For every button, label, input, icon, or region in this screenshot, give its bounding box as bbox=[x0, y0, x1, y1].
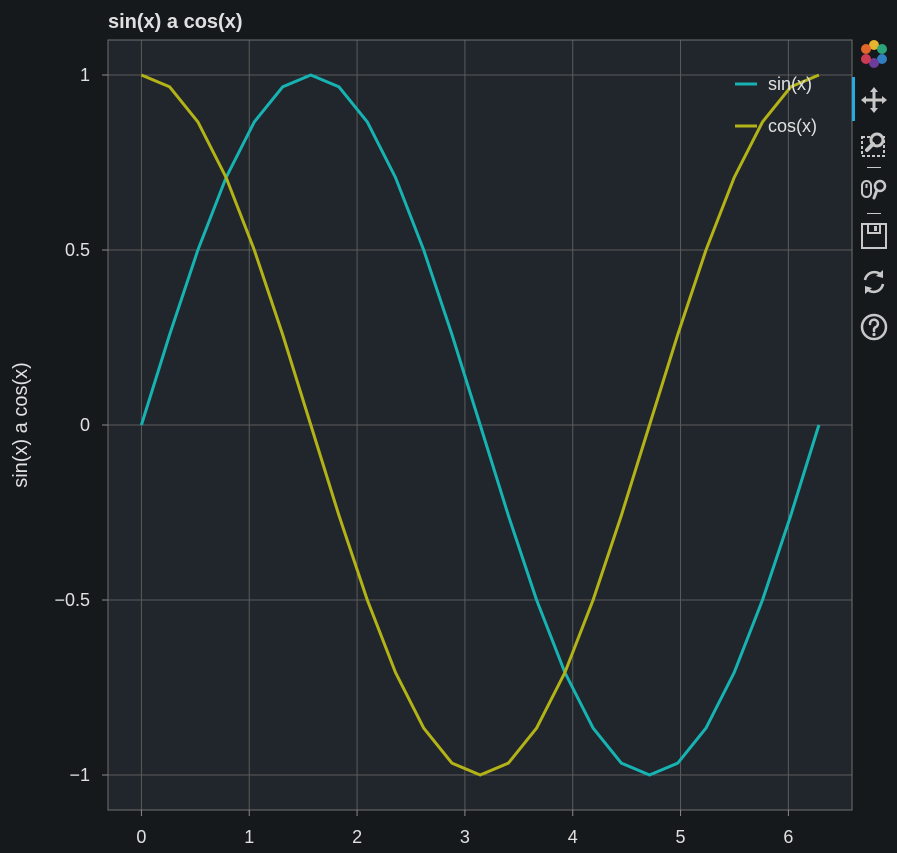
pan-icon[interactable] bbox=[858, 84, 890, 116]
x-tick-label: 5 bbox=[676, 827, 686, 847]
y-tick-label: 0.5 bbox=[65, 240, 90, 260]
chart-root: sin(x) a cos(x) sin(x) a cos(x) 0 1 2 3 4 5 6 1 0.… bbox=[0, 0, 897, 853]
legend-item-label[interactable]: sin(x) bbox=[768, 74, 812, 94]
toolbar-separator bbox=[867, 213, 881, 214]
help-icon[interactable] bbox=[858, 311, 890, 343]
active-tool-indicator bbox=[852, 77, 855, 121]
y-tick-label: −1 bbox=[69, 765, 90, 785]
x-tick-label: 2 bbox=[352, 827, 362, 847]
reset-icon[interactable] bbox=[858, 266, 890, 298]
bokeh-logo-icon[interactable] bbox=[858, 38, 890, 70]
chart-title: sin(x) a cos(x) bbox=[108, 11, 242, 33]
toolbar-separator bbox=[867, 167, 881, 168]
x-tick-label: 1 bbox=[244, 827, 254, 847]
y-axis-label: sin(x) a cos(x) bbox=[10, 362, 32, 488]
y-tick-label: 1 bbox=[80, 65, 90, 85]
x-tick-label: 0 bbox=[136, 827, 146, 847]
box-zoom-icon[interactable] bbox=[858, 128, 890, 160]
x-tick-label: 3 bbox=[460, 827, 470, 847]
y-tick-label: −0.5 bbox=[54, 590, 90, 610]
x-tick-label: 6 bbox=[783, 827, 793, 847]
x-tick-label: 4 bbox=[568, 827, 578, 847]
legend-item-label[interactable]: cos(x) bbox=[768, 116, 817, 136]
chart-svg: sin(x) a cos(x) sin(x) a cos(x) 0 1 2 3 4 5 6 1 0.… bbox=[10, 11, 853, 847]
wheel-zoom-icon[interactable] bbox=[858, 174, 890, 206]
save-icon[interactable] bbox=[858, 220, 890, 252]
toolbar bbox=[852, 36, 897, 356]
y-tick-label: 0 bbox=[80, 415, 90, 435]
